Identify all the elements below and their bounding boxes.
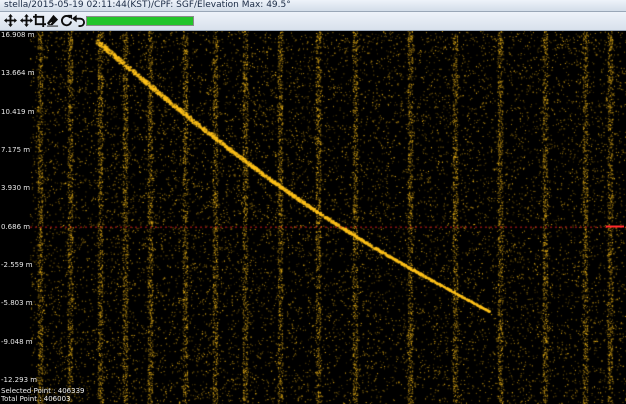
point-cloud-plot[interactable]: 16.908 m 13.664 m 10.419 m 7.175 m 3.930 m 0.… xyxy=(0,31,626,404)
window-title: stella/2015-05-19 02:11:44(KST)/CPF: SGF… xyxy=(4,0,291,10)
title-bar: stella/2015-05-19 02:11:44(KST)/CPF: SGF… xyxy=(0,0,626,12)
y-tick-label: 13.664 m xyxy=(1,69,35,78)
eraser-tool-button[interactable] xyxy=(45,13,60,28)
y-tick-label: -5.803 m xyxy=(1,299,33,308)
y-tick-label: -12.293 m xyxy=(1,376,38,384)
selected-point-label: Selected Point : xyxy=(1,387,58,395)
eraser-icon xyxy=(46,14,59,27)
y-tick-label: -2.559 m xyxy=(1,260,33,269)
viewer-window: stella/2015-05-19 02:11:44(KST)/CPF: SGF… xyxy=(0,0,626,404)
move-tool-button[interactable] xyxy=(3,13,18,28)
y-tick-label: 3.930 m xyxy=(1,184,31,193)
total-point-label: Total Point : xyxy=(1,395,44,403)
y-tick-label: -9.048 m xyxy=(1,337,33,346)
selected-point-value: 406339 xyxy=(57,387,85,395)
move-icon xyxy=(4,14,17,27)
y-tick-label: 0.686 m xyxy=(1,222,31,231)
total-point-readout: Total Point : 406003 xyxy=(1,395,85,403)
scatter-canvas[interactable] xyxy=(0,31,626,404)
reference-marker-icon xyxy=(606,225,624,228)
y-tick-label: 16.908 m xyxy=(1,31,35,39)
progress-bar xyxy=(86,16,194,26)
y-tick-label: 10.419 m xyxy=(1,107,35,116)
y-tick-label: 7.175 m xyxy=(1,145,31,154)
status-panel: Selected Point : 406339 Total Point : 40… xyxy=(1,387,85,403)
undo-arrow-icon xyxy=(72,14,85,27)
toolbar xyxy=(0,12,626,31)
progress-fill xyxy=(87,17,193,25)
undo-tool-button[interactable] xyxy=(71,13,86,28)
total-point-value: 406003 xyxy=(43,395,71,403)
selected-point-readout: Selected Point : 406339 xyxy=(1,387,85,395)
